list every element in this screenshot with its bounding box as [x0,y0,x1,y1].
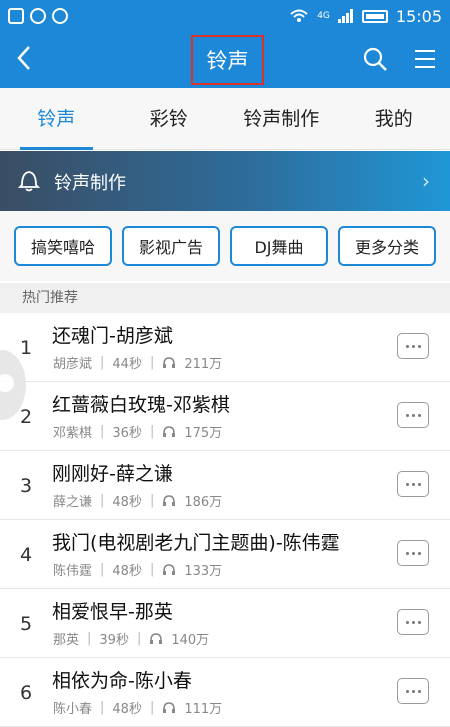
song-list: 1 还魂门-胡彦斌 胡彦斌| 44秒| 211万 2 红蔷薇白玫瑰-邓紫棋 邓紫… [0,313,450,727]
song-title: 还魂门-胡彦斌 [52,321,173,348]
song-artist: 薛之谦 [53,491,92,510]
song-index: 6 [20,682,32,704]
tab-bar: 铃声 彩铃 铃声制作 我的 [0,88,450,150]
song-artist: 陈小春 [53,698,92,717]
status-bar: 4G 15:05 [0,0,450,32]
song-plays: 140万 [171,629,209,648]
song-artist: 邓紫棋 [53,422,92,441]
song-index: 5 [20,613,32,635]
tab-ringtone[interactable]: 铃声 [0,88,113,150]
song-meta: 陈伟霆| 48秒| 133万 [53,560,222,579]
song-duration: 48秒 [112,698,142,717]
list-item[interactable]: 6 相依为命-陈小春 陈小春| 48秒| 111万 [0,658,450,727]
song-plays: 133万 [184,560,222,579]
song-meta: 薛之谦| 48秒| 186万 [53,491,222,510]
more-options-button[interactable] [397,333,429,359]
song-meta: 陈小春| 48秒| 111万 [53,698,222,717]
list-item[interactable]: 4 我门(电视剧老九门主题曲)-陈伟霆 陈伟霆| 48秒| 133万 [0,520,450,589]
category-button-funny[interactable]: 搞笑嘻哈 [14,226,112,266]
song-plays: 211万 [184,353,222,372]
ringtone-maker-banner[interactable]: 铃声制作 › [0,151,450,211]
song-duration: 44秒 [112,353,142,372]
song-plays: 111万 [184,698,222,717]
section-header: 热门推荐 [0,283,450,313]
more-options-button[interactable] [397,471,429,497]
list-item[interactable]: 3 刚刚好-薛之谦 薛之谦| 48秒| 186万 [0,451,450,520]
list-item[interactable]: 2 红蔷薇白玫瑰-邓紫棋 邓紫棋| 36秒| 175万 [0,382,450,451]
song-meta: 邓紫棋| 36秒| 175万 [53,422,222,441]
headphones-icon [162,357,176,369]
app-header: 铃声 [0,32,450,88]
signal-icon [338,9,354,23]
song-artist: 胡彦斌 [53,353,92,372]
tab-mine[interactable]: 我的 [338,88,450,150]
network-type: 4G [317,11,330,21]
bell-icon [18,168,40,192]
song-title: 相依为命-陈小春 [52,666,192,693]
page-title: 铃声 [191,35,264,85]
song-duration: 48秒 [112,560,142,579]
tab-color-ringtone[interactable]: 彩铃 [113,88,226,150]
headphones-icon [149,633,163,645]
headphones-icon [162,426,176,438]
more-options-button[interactable] [397,540,429,566]
category-button-dj[interactable]: DJ舞曲 [230,226,328,266]
search-icon[interactable] [362,46,388,72]
song-title: 红蔷薇白玫瑰-邓紫棋 [52,390,230,417]
wifi-icon [289,9,309,23]
song-title: 我门(电视剧老九门主题曲)-陈伟霆 [52,528,340,555]
category-button-film-ads[interactable]: 影视广告 [122,226,220,266]
song-duration: 36秒 [112,422,142,441]
song-plays: 186万 [184,491,222,510]
back-icon[interactable] [14,44,34,72]
list-item[interactable]: 5 相爱恨早-那英 那英| 39秒| 140万 [0,589,450,658]
list-item[interactable]: 1 还魂门-胡彦斌 胡彦斌| 44秒| 211万 [0,313,450,382]
headphones-icon [162,702,176,714]
song-meta: 胡彦斌| 44秒| 211万 [53,353,222,372]
song-index: 1 [20,337,32,359]
song-index: 2 [20,406,32,428]
menu-icon[interactable] [414,48,436,70]
headphones-icon [162,495,176,507]
message-notification-icon [52,8,68,24]
more-options-button[interactable] [397,402,429,428]
chevron-right-icon: › [422,169,430,193]
status-icons-left [8,8,68,24]
category-button-more[interactable]: 更多分类 [338,226,436,266]
song-title: 刚刚好-薛之谦 [52,459,173,486]
more-options-button[interactable] [397,609,429,635]
category-buttons: 搞笑嘻哈 影视广告 DJ舞曲 更多分类 [0,211,450,281]
battery-icon [362,10,388,23]
more-options-button[interactable] [397,678,429,704]
song-duration: 48秒 [112,491,142,510]
tab-ringtone-maker[interactable]: 铃声制作 [225,88,338,150]
song-meta: 那英| 39秒| 140万 [53,629,209,648]
song-artist: 那英 [53,629,79,648]
headphones-icon [162,564,176,576]
status-icons-right: 4G 15:05 [289,7,442,26]
song-index: 3 [20,475,32,497]
image-notification-icon [8,8,24,24]
banner-label: 铃声制作 [54,169,126,195]
status-time: 15:05 [396,7,442,26]
song-plays: 175万 [184,422,222,441]
song-artist: 陈伟霆 [53,560,92,579]
song-index: 4 [20,544,32,566]
song-duration: 39秒 [99,629,129,648]
app-notification-icon [30,8,46,24]
song-title: 相爱恨早-那英 [52,597,173,624]
